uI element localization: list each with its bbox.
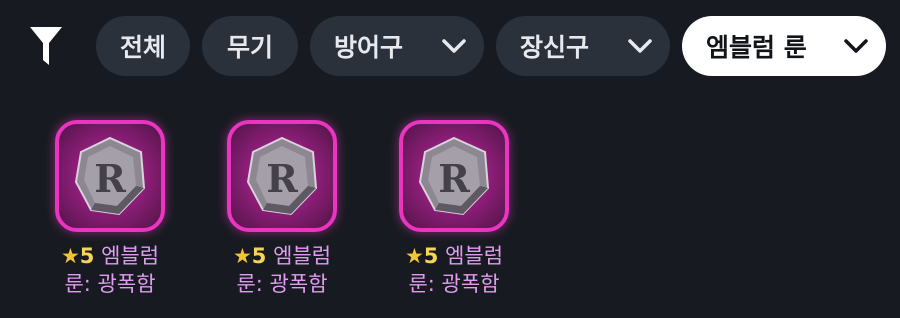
item-name-text: 엠블럼 [101,244,160,268]
item-name: ★5 엠블럼 룬: 광폭함 [384,242,524,298]
filter-bar: 전체 무기 방어구 장신구 엠블럼 룬 [0,16,900,76]
item-name: ★5 엠블럼 룬: 광폭함 [40,242,180,298]
rune-stone-icon: R [246,136,318,216]
rune-slot: R [55,120,165,232]
item-name-line2: 룬: 광폭함 [408,272,500,296]
item-name-text: 엠블럼 [445,244,504,268]
item-name: ★5 엠블럼 룬: 광폭함 [212,242,352,298]
item-name-line1: ★5 엠블럼 [212,242,352,270]
filter-dropdown-emblem-rune-label: 엠블럼 룬 [706,33,807,62]
rune-glyph: R [266,156,298,201]
item-name-line1: ★5 엠블럼 [384,242,524,270]
rune-glyph: R [94,156,126,201]
rune-slot: R [227,120,337,232]
item-name-line2: 룬: 광폭함 [64,272,156,296]
item-card[interactable]: R ★5 엠블럼 룬: 광폭함 [384,120,524,310]
filter-dropdown-accessory[interactable]: 장신구 [496,16,670,76]
star-icon: ★ [60,244,80,268]
filter-dropdown-emblem-rune[interactable]: 엠블럼 룬 [682,16,886,76]
chevron-down-icon [442,39,466,53]
filter-dropdown-accessory-label: 장신구 [520,33,590,62]
item-grade: 5 [251,244,267,268]
item-name-line2: 룬: 광폭함 [236,272,328,296]
filter-chip-weapon[interactable]: 무기 [202,16,298,76]
item-name-line1: ★5 엠블럼 [40,242,180,270]
item-grade: 5 [423,244,439,268]
item-card[interactable]: R ★5 엠블럼 룬: 광폭함 [212,120,352,310]
star-icon: ★ [404,244,424,268]
filter-dropdown-armor[interactable]: 방어구 [310,16,484,76]
rune-stone-icon: R [74,136,146,216]
filter-chip-weapon-label: 무기 [226,33,273,62]
chevron-down-icon [628,39,652,53]
filter-icon[interactable] [29,26,63,66]
filter-dropdown-armor-label: 방어구 [334,33,404,62]
rune-stone-icon: R [418,136,490,216]
filter-chip-all[interactable]: 전체 [96,16,190,76]
item-grade: 5 [79,244,95,268]
item-card[interactable]: R ★5 엠블럼 룬: 광폭함 [40,120,180,310]
star-icon: ★ [232,244,252,268]
item-name-text: 엠블럼 [273,244,332,268]
chevron-down-icon [844,39,868,53]
rune-glyph: R [438,156,470,201]
rune-slot: R [399,120,509,232]
filter-chip-all-label: 전체 [119,33,166,62]
